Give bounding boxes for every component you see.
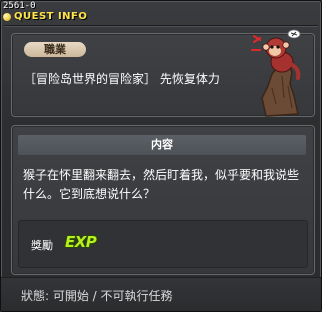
quest-summary-panel: 職業 ［冒险岛世界的冒险家］ 先恢复体力 [11, 29, 315, 117]
content-header: 内容 [18, 135, 306, 155]
quest-id: 2561-0 [3, 1, 36, 11]
title-bullet-icon [3, 13, 11, 21]
quest-detail-panel: 内容 猴子在怀里翻来翻去，然后盯着我，似乎要和我说些什么。它到底想说什么？ 獎勵… [11, 125, 315, 275]
reward-section: 獎勵 EXP [18, 220, 308, 268]
exp-icon[interactable]: EXP [65, 233, 97, 251]
quest-description: 猴子在怀里翻来翻去，然后盯着我，似乎要和我说些什么。它到底想说什么？ [23, 168, 300, 201]
monkey-npc-icon [251, 29, 301, 117]
quest-info-window: 2561-0 QUEST INFO 職業 ［冒险岛世界的冒险家］ 先恢复体力 内… [0, 0, 322, 312]
quest-name: ［冒险岛世界的冒险家］ 先恢复体力 [24, 72, 220, 86]
title-divider [4, 25, 318, 26]
quest-status: 狀態: 可開始 / 不可執行任務 [21, 289, 173, 303]
status-bar: 狀態: 可開始 / 不可執行任務 [1, 277, 321, 311]
job-badge: 職業 [24, 42, 86, 57]
window-title: QUEST INFO [14, 11, 88, 22]
reward-label: 獎勵 [31, 239, 53, 252]
